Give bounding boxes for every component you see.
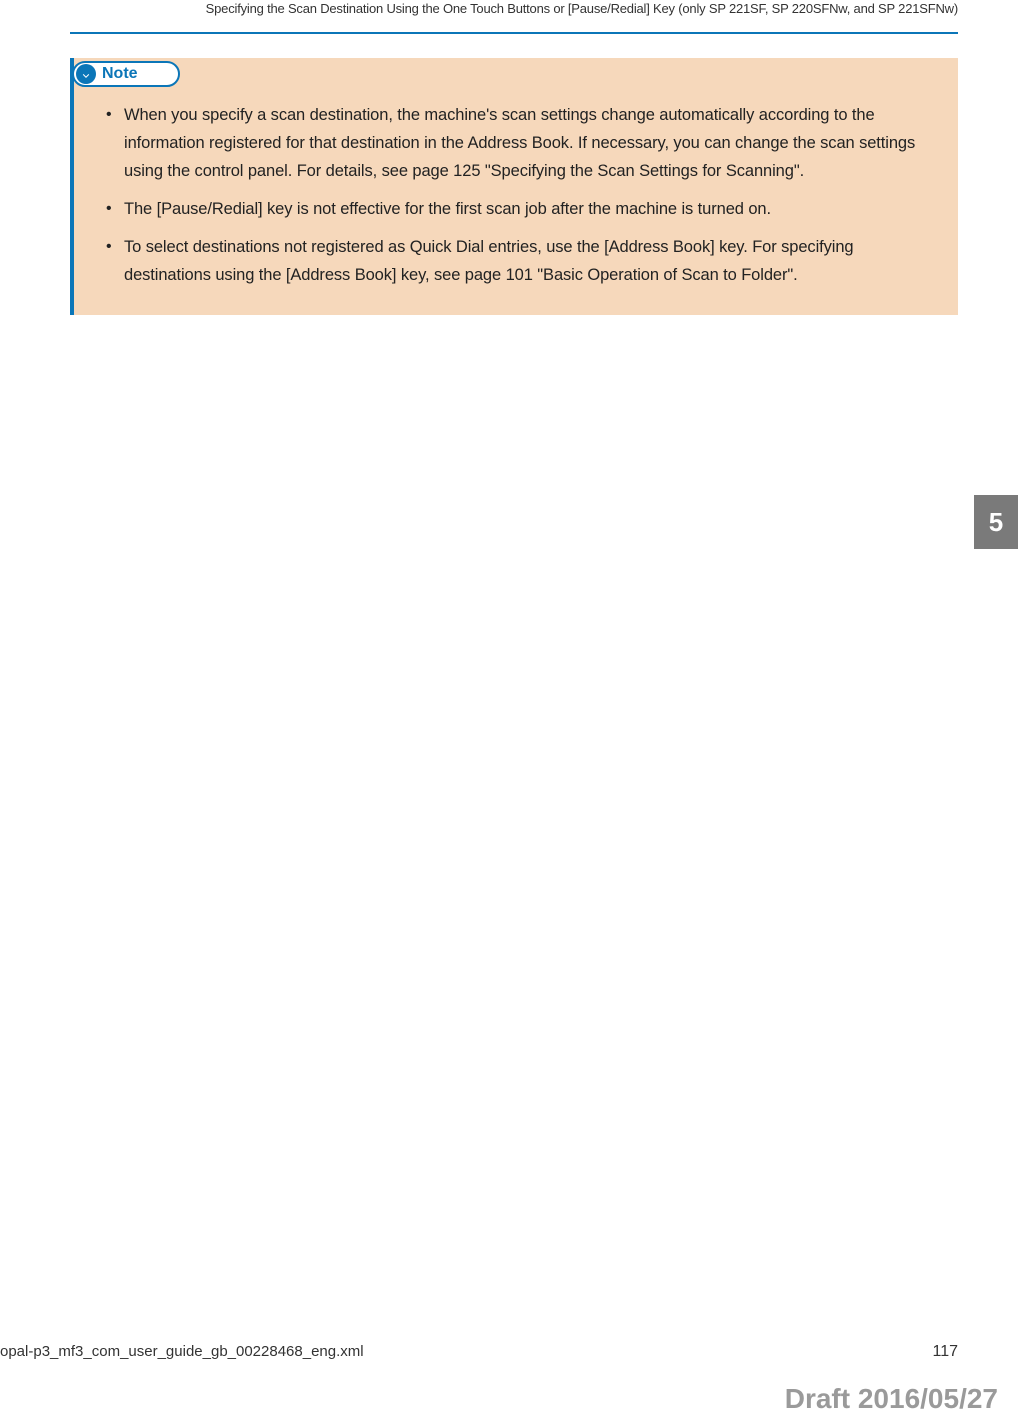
note-block: Note When you specify a scan destination… xyxy=(70,58,958,315)
header-title: Specifying the Scan Destination Using th… xyxy=(90,0,958,18)
note-badge: Note xyxy=(72,61,180,87)
note-item: To select destinations not registered as… xyxy=(102,233,936,289)
page-number: 117 xyxy=(932,1343,958,1361)
chapter-tab: 5 xyxy=(974,495,1018,549)
page-footer: opal-p3_mf3_com_user_guide_gb_00228468_e… xyxy=(0,1343,1018,1361)
draft-stamp: Draft 2016/05/27 xyxy=(785,1383,998,1415)
footer-file-path: opal-p3_mf3_com_user_guide_gb_00228468_e… xyxy=(0,1343,364,1360)
note-item: When you specify a scan destination, the… xyxy=(102,101,936,185)
content-area: Note When you specify a scan destination… xyxy=(0,34,1018,315)
note-label: Note xyxy=(102,65,138,83)
note-item: The [Pause/Redial] key is not effective … xyxy=(102,195,936,223)
note-list: When you specify a scan destination, the… xyxy=(74,101,958,289)
arrow-down-icon xyxy=(76,64,96,84)
page-header: Specifying the Scan Destination Using th… xyxy=(0,0,1018,28)
